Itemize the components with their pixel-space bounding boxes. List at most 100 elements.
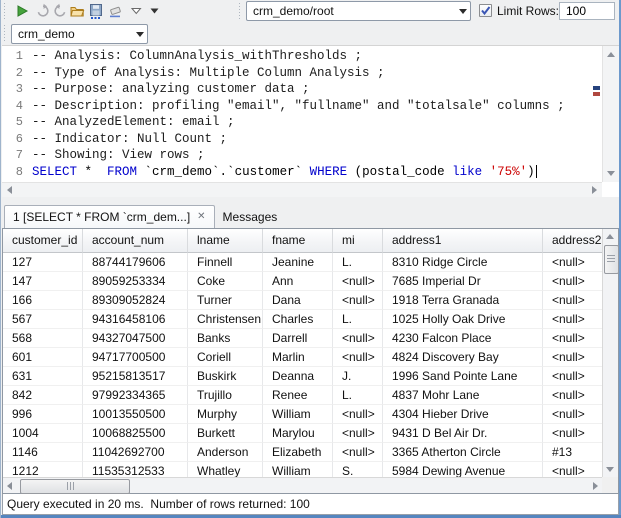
scroll-down-icon[interactable] — [606, 467, 614, 472]
scroll-right-icon[interactable] — [592, 186, 597, 194]
sql-editor[interactable]: 1-- Analysis: ColumnAnalysis_withThresho… — [2, 45, 619, 197]
database-combo-value: crm_demo — [18, 27, 133, 41]
table-cell: <null> — [543, 291, 602, 310]
connection-combo-value: crm_demo/root — [253, 4, 456, 18]
table-row[interactable]: 14789059253334CokeAnn<null>7685 Imperial… — [3, 272, 602, 291]
table-cell: <null> — [333, 348, 383, 367]
editor-line[interactable]: 2 -- Type of Analysis: Multiple Column An… — [2, 65, 593, 82]
editor-line[interactable]: 7-- Showing: View rows ; — [2, 147, 593, 164]
editor-line[interactable]: 1-- Analysis: ColumnAnalysis_withThresho… — [2, 48, 593, 65]
tab-query-result[interactable]: 1 [SELECT * FROM `crm_dem...] ✕ — [4, 205, 215, 228]
toolbar-grip[interactable] — [3, 25, 6, 41]
table-cell: Trujillo — [188, 386, 263, 405]
table-cell: 89059253334 — [83, 272, 188, 291]
column-header-account_num[interactable]: account_num — [83, 229, 188, 253]
table-cell: <null> — [333, 329, 383, 348]
horizontal-scroll-thumb[interactable] — [20, 479, 130, 494]
table-cell: 11535312533 — [83, 462, 188, 477]
table-row[interactable]: 121211535312533WhatleyWilliamS.5984 Dewi… — [3, 462, 602, 477]
scroll-up-icon[interactable] — [606, 234, 614, 239]
code-text: -- Type of Analysis: Multiple Column Ana… — [32, 66, 385, 80]
table-row[interactable]: 100410068825500BurkettMarylou<null>9431 … — [3, 424, 602, 443]
editor-line[interactable]: 5 -- AnalyzedElement: email ; — [2, 114, 593, 131]
column-header-address2[interactable]: address2 — [543, 229, 602, 253]
scroll-up-icon[interactable] — [607, 52, 615, 57]
toolbar-grip[interactable] — [3, 3, 6, 19]
table-cell: <null> — [543, 253, 602, 272]
editor-line[interactable]: 3-- Purpose: analyzing customer data ; — [2, 81, 593, 98]
database-combo[interactable]: crm_demo — [11, 24, 148, 44]
table-row[interactable]: 56794316458106ChristensenCharlesL.1025 H… — [3, 310, 602, 329]
editor-horizontal-scrollbar[interactable] — [2, 182, 602, 197]
table-row[interactable]: 16689309052824TurnerDana<null>1918 Terra… — [3, 291, 602, 310]
editor-line[interactable]: 6 -- Indicator: Null Count ; — [2, 131, 593, 148]
table-cell: Finnell — [188, 253, 263, 272]
limit-rows-checkbox[interactable] — [479, 4, 492, 17]
table-cell: William — [263, 462, 333, 477]
table-cell: 996 — [3, 405, 83, 424]
code-text: SELECT * FROM `crm_demo`.`customer` WHER… — [32, 165, 537, 179]
table-cell: William — [263, 405, 333, 424]
connection-combo[interactable]: crm_demo/root — [246, 1, 471, 21]
table-cell: 9431 D Bel Air Dr. — [383, 424, 543, 443]
table-row[interactable]: 84297992334365TrujilloReneeL.4837 Mohr L… — [3, 386, 602, 405]
table-row[interactable]: 114611042692700AndersonElizabeth<null>33… — [3, 443, 602, 462]
table-row[interactable]: 63195215813517BuskirkDeannaJ.1996 Sand P… — [3, 367, 602, 386]
overview-ruler-cursor-mark[interactable] — [593, 86, 600, 90]
vertical-scroll-thumb[interactable] — [604, 245, 619, 274]
table-cell: 567 — [3, 310, 83, 329]
table-row[interactable]: 99610013550500MurphyWilliam<null>4304 Hi… — [3, 405, 602, 424]
table-body: 12788744179606FinnellJeanineL.8310 Ridge… — [3, 253, 602, 477]
table-cell: <null> — [543, 329, 602, 348]
table-horizontal-scrollbar[interactable] — [3, 477, 602, 493]
code-text: -- AnalyzedElement: email ; — [32, 115, 235, 129]
table-vertical-scrollbar[interactable] — [602, 229, 618, 477]
column-header-customer_id[interactable]: customer_id — [3, 229, 83, 253]
toolbar-grip[interactable] — [238, 3, 241, 19]
clear-button[interactable] — [105, 1, 125, 21]
main-toolbar: crm_demo/root Limit Rows: — [1, 0, 621, 22]
column-header-fname[interactable]: fname — [263, 229, 333, 253]
scroll-down-icon[interactable] — [607, 171, 615, 176]
column-header-address1[interactable]: address1 — [383, 229, 543, 253]
code-text: -- Indicator: Null Count ; — [32, 132, 227, 146]
run-button[interactable] — [12, 1, 32, 21]
editor-pulldown-button[interactable] — [129, 1, 143, 21]
table-row[interactable]: 56894327047500BanksDarrell<null>4230 Fal… — [3, 329, 602, 348]
editor-line[interactable]: 4-- Description: profiling "email", "ful… — [2, 98, 593, 115]
editor-text-area[interactable]: 1-- Analysis: ColumnAnalysis_withThresho… — [2, 48, 593, 182]
menu-pulldown-button[interactable] — [147, 1, 161, 21]
line-number: 6 — [2, 132, 23, 146]
scroll-right-icon[interactable] — [593, 482, 598, 490]
table-cell: #13 — [543, 443, 602, 462]
table-cell: 568 — [3, 329, 83, 348]
line-number: 8 — [2, 165, 23, 179]
open-file-button[interactable] — [67, 1, 87, 21]
close-icon[interactable]: ✕ — [197, 212, 205, 222]
code-text: -- Description: profiling "email", "full… — [32, 99, 565, 113]
column-header-mi[interactable]: mi — [333, 229, 383, 253]
code-text: -- Analysis: ColumnAnalysis_withThreshol… — [32, 49, 362, 63]
tab-label: Messages — [223, 210, 278, 224]
scroll-left-icon[interactable] — [7, 482, 12, 490]
line-number: 2 — [2, 66, 23, 80]
table-row[interactable]: 12788744179606FinnellJeanineL.8310 Ridge… — [3, 253, 602, 272]
editor-line[interactable]: 8 SELECT * FROM `crm_demo`.`customer` WHE… — [2, 164, 593, 181]
column-header-lname[interactable]: lname — [188, 229, 263, 253]
line-number: 5 — [2, 115, 23, 129]
save-button[interactable] — [86, 1, 106, 21]
scroll-left-icon[interactable] — [7, 186, 12, 194]
table-cell: Coriell — [188, 348, 263, 367]
table-cell: <null> — [333, 443, 383, 462]
tab-messages[interactable]: Messages — [215, 205, 286, 228]
table-cell: 5984 Dewing Avenue — [383, 462, 543, 477]
table-cell: 4230 Falcon Place — [383, 329, 543, 348]
table-row[interactable]: 60194717700500CoriellMarlin<null>4824 Di… — [3, 348, 602, 367]
overview-ruler-annotation-mark[interactable] — [593, 92, 600, 96]
limit-rows-input[interactable] — [559, 2, 615, 20]
table-cell: 4837 Mohr Lane — [383, 386, 543, 405]
line-number: 7 — [2, 148, 23, 162]
table-cell: Darrell — [263, 329, 333, 348]
table-cell: 88744179606 — [83, 253, 188, 272]
editor-vertical-scrollbar[interactable] — [602, 46, 619, 182]
